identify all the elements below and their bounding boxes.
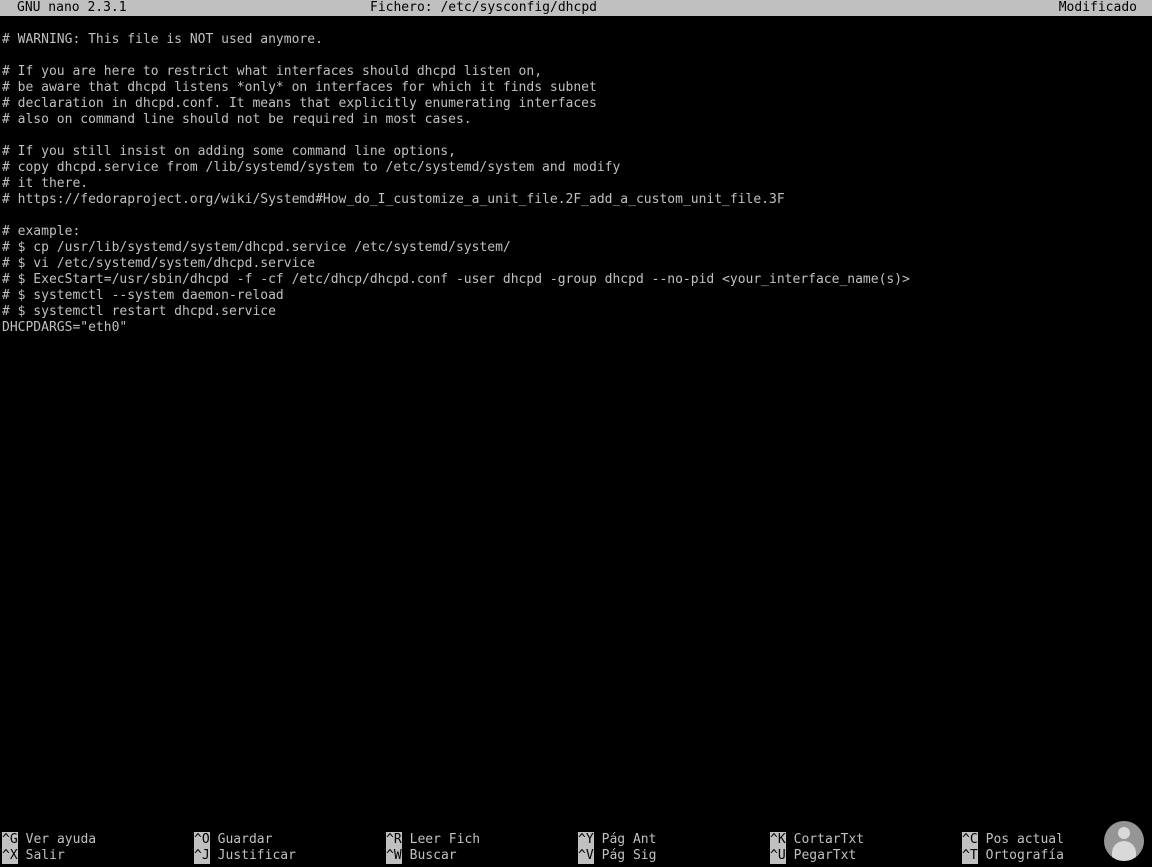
shortcut-key: ^G [2,832,18,848]
shortcut-key: ^W [386,848,402,864]
shortcut-label: Ortografía [985,848,1064,863]
shortcut-key: ^J [194,848,210,864]
shortcut-key: ^V [578,848,594,864]
shortcut-label: PegarTxt [793,848,857,863]
shortcut-item[interactable]: ^K CortarTxt [770,832,864,848]
shortcut-label: Salir [25,848,65,863]
shortcut-item[interactable]: ^J Justificar [194,848,296,864]
person-logo-icon [1104,821,1144,861]
editor-line[interactable]: # also on command line should not be req… [2,112,472,128]
shortcut-key: ^K [770,832,786,848]
shortcut-label: Guardar [217,832,273,847]
shortcut-key: ^T [962,848,978,864]
editor-line[interactable]: # WARNING: This file is NOT used anymore… [2,32,323,48]
shortcut-item[interactable]: ^Y Pág Ant [578,832,656,848]
editor-line[interactable]: # If you are here to restrict what inter… [2,64,542,80]
editor-line[interactable]: # declaration in dhcpd.conf. It means th… [2,96,597,112]
shortcut-item[interactable]: ^U PegarTxt [770,848,856,864]
shortcut-item[interactable]: ^V Pág Sig [578,848,656,864]
shortcut-key: ^X [2,848,18,864]
editor-line[interactable]: DHCPDARGS="eth0" [2,320,127,336]
editor-line[interactable]: # $ systemctl --system daemon-reload [2,288,284,304]
modified-status: Modificado [1058,0,1137,15]
shortcut-label: Ver ayuda [25,832,97,847]
shortcut-label: Pág Sig [601,848,657,863]
editor-line[interactable]: # $ ExecStart=/usr/sbin/dhcpd -f -cf /et… [2,272,910,288]
editor-line[interactable]: # example: [2,224,80,240]
shortcut-item[interactable]: ^W Buscar [386,848,457,864]
shortcut-key: ^C [962,832,978,848]
shortcut-label: Pág Ant [601,832,657,847]
shortcut-key: ^Y [578,832,594,848]
editor-line[interactable]: # $ systemctl restart dhcpd.service [2,304,276,320]
app-name: GNU nano 2.3.1 [17,0,127,15]
editor-text-area[interactable]: # WARNING: This file is NOT used anymore… [0,32,1152,822]
shortcut-label: Pos actual [985,832,1064,847]
shortcut-key: ^O [194,832,210,848]
shortcut-label: Leer Fich [409,832,481,847]
shortcut-item[interactable]: ^C Pos actual [962,832,1064,848]
shortcut-item[interactable]: ^T Ortografía [962,848,1064,864]
shortcut-label: CortarTxt [793,832,865,847]
editor-line[interactable]: # it there. [2,176,88,192]
nano-title-bar: GNU nano 2.3.1 Fichero: /etc/sysconfig/d… [0,0,1152,16]
editor-line[interactable]: # $ vi /etc/systemd/system/dhcpd.service [2,256,315,272]
shortcut-key: ^U [770,848,786,864]
editor-line[interactable]: # If you still insist on adding some com… [2,144,456,160]
editor-line[interactable]: # https://fedoraproject.org/wiki/Systemd… [2,192,785,208]
editor-line[interactable]: # copy dhcpd.service from /lib/systemd/s… [2,160,620,176]
shortcut-item[interactable]: ^R Leer Fich [386,832,480,848]
editor-line[interactable]: # be aware that dhcpd listens *only* on … [2,80,597,96]
shortcut-item[interactable]: ^O Guardar [194,832,272,848]
shortcut-item[interactable]: ^G Ver ayuda [2,832,96,848]
shortcut-label: Buscar [409,848,457,863]
shortcut-key: ^R [386,832,402,848]
shortcut-item[interactable]: ^X Salir [2,848,65,864]
file-path: Fichero: /etc/sysconfig/dhcpd [370,0,597,15]
editor-line[interactable]: # $ cp /usr/lib/systemd/system/dhcpd.ser… [2,240,511,256]
shortcut-label: Justificar [217,848,296,863]
shortcut-bar: ^G Ver ayuda ^X Salir ^O Guardar ^J Justificar ^… [0,832,1152,864]
